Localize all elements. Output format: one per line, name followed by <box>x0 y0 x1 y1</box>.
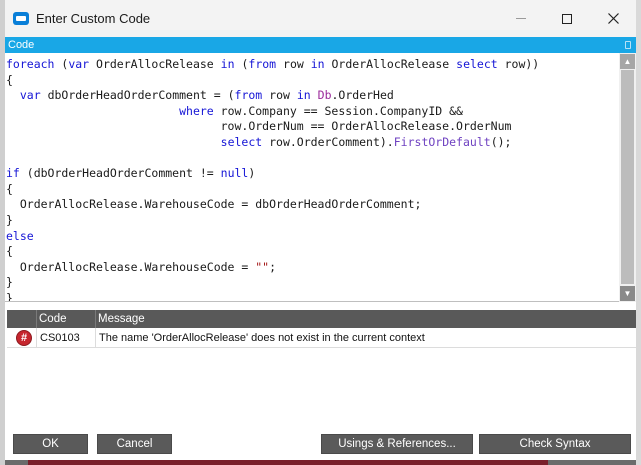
code-token: .OrderHed <box>331 88 394 103</box>
error-row[interactable]: # CS0103 The name 'OrderAllocRelease' do… <box>7 328 636 348</box>
code-line[interactable] <box>6 151 618 167</box>
code-token: OrderAllocRelease <box>324 57 457 71</box>
close-icon <box>607 13 619 24</box>
code-line[interactable]: { <box>6 73 618 89</box>
code-token: foreach <box>6 57 55 71</box>
code-token: var <box>19 88 41 103</box>
error-icon: # <box>16 330 32 346</box>
code-token: { <box>6 244 13 259</box>
error-code: CS0103 <box>36 328 95 348</box>
code-text-area[interactable]: foreach (var OrderAllocRelease in (from … <box>6 57 618 301</box>
code-token: OrderAllocRelease.WarehouseCode = <box>6 259 256 274</box>
code-panel-title: Code <box>8 39 35 51</box>
code-token: in <box>220 57 235 71</box>
code-token: } <box>6 275 13 290</box>
code-token: ; <box>269 259 277 274</box>
code-token: Db <box>317 88 332 103</box>
maximize-icon <box>562 13 572 24</box>
code-token: if <box>6 166 20 181</box>
code-token: ( <box>54 57 69 71</box>
code-token: (); <box>490 134 512 149</box>
error-message: The name 'OrderAllocRelease' does not ex… <box>95 328 636 348</box>
custom-code-dialog: Enter Custom Code Code foreach (var Orde… <box>5 0 636 460</box>
code-token: in <box>310 57 325 71</box>
code-token: ) <box>248 166 256 181</box>
code-line[interactable]: OrderAllocRelease.WarehouseCode = dbOrde… <box>6 197 618 213</box>
scroll-thumb[interactable] <box>621 70 634 284</box>
header-icon-column <box>7 310 36 328</box>
ok-button[interactable]: OK <box>13 434 88 454</box>
code-token: select <box>220 134 263 149</box>
code-token: "" <box>255 259 270 274</box>
app-icon <box>13 12 29 25</box>
header-code[interactable]: Code <box>36 310 95 328</box>
code-line[interactable]: OrderAllocRelease.WarehouseCode = ""; <box>6 260 618 276</box>
background-right-edge <box>636 0 641 465</box>
window-title: Enter Custom Code <box>36 11 151 26</box>
code-editor[interactable]: foreach (var OrderAllocRelease in (from … <box>5 53 636 302</box>
code-token: else <box>6 228 34 243</box>
error-list-header: Code Message <box>7 310 636 328</box>
minimize-button[interactable] <box>498 0 544 37</box>
code-token: from <box>248 57 277 71</box>
code-token: row)) <box>497 57 540 71</box>
editor-vertical-scrollbar[interactable]: ▲ ▼ <box>619 53 636 302</box>
scroll-up-button[interactable]: ▲ <box>620 54 635 69</box>
code-token: } <box>6 290 13 301</box>
code-token: var <box>68 57 90 71</box>
code-line[interactable]: { <box>6 244 618 260</box>
code-token: (dbOrderHeadOrderComment != <box>19 166 221 181</box>
code-token: row.OrderNum == OrderAllocRelease.OrderN… <box>6 119 512 134</box>
code-token: ( <box>234 57 249 71</box>
code-token: null <box>220 166 249 181</box>
code-token: row <box>262 88 297 103</box>
maximize-button[interactable] <box>544 0 590 37</box>
code-line[interactable]: where row.Company == Session.CompanyID &… <box>6 104 618 120</box>
code-token: dbOrderHeadOrderComment = ( <box>40 88 235 103</box>
code-token: OrderAllocRelease <box>89 57 221 71</box>
pin-icon[interactable] <box>625 41 631 49</box>
code-line[interactable]: } <box>6 291 618 301</box>
close-button[interactable] <box>590 0 636 37</box>
usings-references-button[interactable]: Usings & References... <box>321 434 473 454</box>
code-token: { <box>6 181 13 196</box>
code-token: select <box>456 57 498 71</box>
code-line[interactable]: { <box>6 182 618 198</box>
check-syntax-button[interactable]: Check Syntax <box>479 434 631 454</box>
code-token: OrderAllocRelease.WarehouseCode = dbOrde… <box>6 197 422 212</box>
minimize-icon <box>516 18 526 19</box>
code-line[interactable]: select row.OrderComment).FirstOrDefault(… <box>6 135 618 151</box>
button-bar: OK Cancel Usings & References... Check S… <box>5 430 636 460</box>
header-message[interactable]: Message <box>95 310 636 328</box>
error-list: Code Message # CS0103 The name 'OrderAll… <box>5 308 636 430</box>
code-token: in <box>296 88 311 103</box>
code-token: row <box>276 57 311 71</box>
code-token: { <box>6 72 13 87</box>
code-token: where <box>179 103 214 118</box>
code-token: row.OrderComment). <box>262 134 394 149</box>
code-token: row.Company == Session.CompanyID && <box>213 103 463 118</box>
scroll-down-button[interactable]: ▼ <box>620 286 635 301</box>
code-line[interactable]: var dbOrderHeadOrderComment = (from row … <box>6 88 618 104</box>
cancel-button[interactable]: Cancel <box>97 434 172 454</box>
code-line[interactable]: if (dbOrderHeadOrderComment != null) <box>6 166 618 182</box>
background-window-strip <box>28 460 548 465</box>
code-line[interactable]: else <box>6 229 618 245</box>
code-line[interactable]: foreach (var OrderAllocRelease in (from … <box>6 57 618 73</box>
code-line[interactable]: row.OrderNum == OrderAllocRelease.OrderN… <box>6 119 618 135</box>
code-line[interactable]: } <box>6 275 618 291</box>
code-token: } <box>6 212 13 227</box>
title-bar[interactable]: Enter Custom Code <box>5 0 636 37</box>
code-panel-header: Code <box>5 37 636 53</box>
code-line[interactable]: } <box>6 213 618 229</box>
code-token: from <box>234 88 263 103</box>
code-token: FirstOrDefault <box>393 134 491 149</box>
